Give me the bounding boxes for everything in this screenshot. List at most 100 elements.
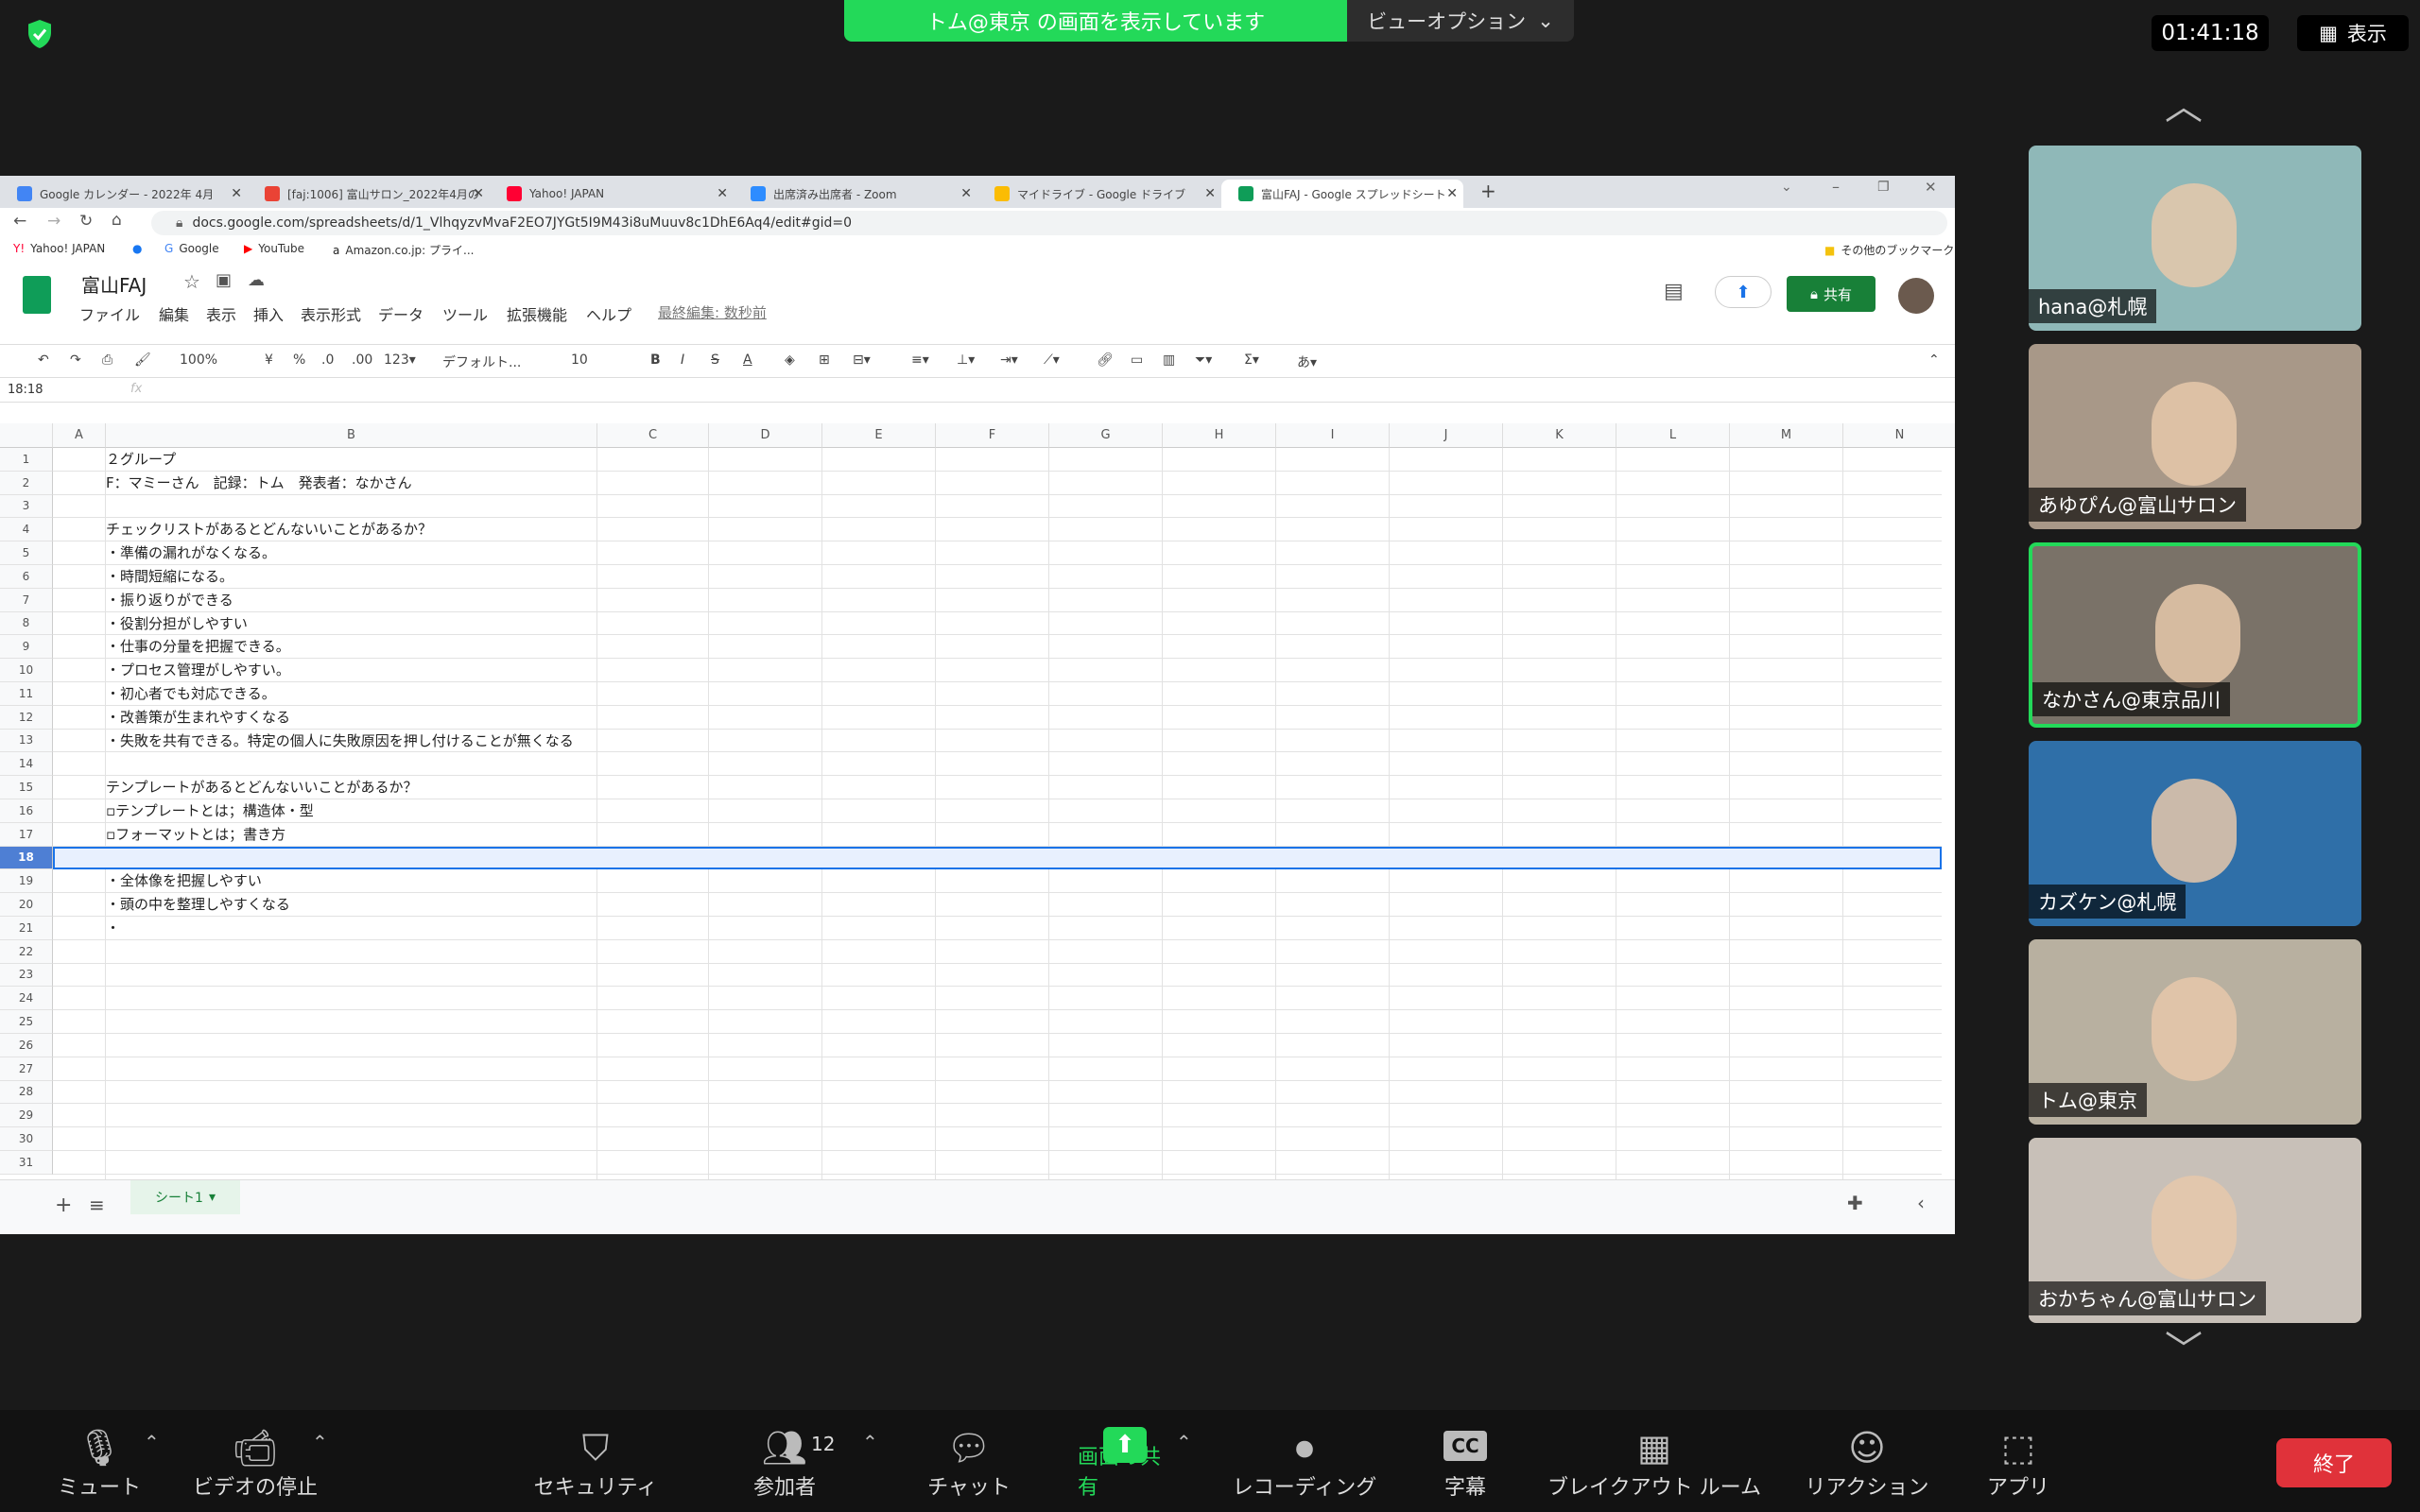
- filter-icon[interactable]: ⏷▾: [1195, 352, 1212, 368]
- table-row[interactable]: [53, 752, 1942, 777]
- borders-icon[interactable]: ⊞: [819, 352, 830, 368]
- bookmark-amazon[interactable]: a Amazon.co.jp: プライ...: [333, 242, 474, 258]
- control-video-camera[interactable]: 📹︎ ビデオの停止: [189, 1410, 321, 1512]
- close-icon[interactable]: ✕: [1446, 186, 1458, 201]
- row-header[interactable]: 12: [0, 705, 53, 730]
- merge-cells-icon[interactable]: ⊟▾: [853, 352, 871, 368]
- menu-insert[interactable]: 挿入: [253, 302, 284, 325]
- number-format-icon[interactable]: 123▾: [384, 352, 416, 368]
- all-sheets-icon[interactable]: ≡: [89, 1194, 105, 1216]
- forward-icon[interactable]: →: [47, 212, 60, 231]
- italic-icon[interactable]: I: [681, 352, 684, 368]
- cell-b[interactable]: ２グループ: [106, 448, 176, 472]
- collapse-menu-icon[interactable]: ⌃: [1928, 352, 1940, 368]
- new-tab-icon[interactable]: +: [1480, 180, 1496, 202]
- close-icon[interactable]: ✕: [960, 186, 972, 201]
- print-icon[interactable]: ⎙: [102, 352, 112, 368]
- move-folder-icon[interactable]: ▣: [216, 270, 232, 290]
- cell-b[interactable]: ・: [106, 917, 120, 940]
- row-header[interactable]: 30: [0, 1127, 53, 1151]
- cell-b[interactable]: ・時間短縮になる。: [106, 565, 233, 589]
- view-options-button[interactable]: ビューオプション ⌄: [1347, 0, 1574, 42]
- column-header[interactable]: L: [1616, 423, 1730, 448]
- font-size-select[interactable]: 10: [571, 352, 588, 368]
- table-row[interactable]: [53, 799, 1942, 823]
- bookmark-facebook[interactable]: ●: [132, 242, 142, 255]
- cell-b[interactable]: ・プロセス管理がしやすい。: [106, 659, 290, 682]
- bookmark-youtube[interactable]: ▶ YouTube: [244, 242, 304, 255]
- control-reaction[interactable]: ☺ リアクション: [1796, 1410, 1938, 1512]
- functions-icon[interactable]: Σ▾: [1244, 352, 1259, 368]
- row-header[interactable]: 1: [0, 448, 53, 472]
- row-header[interactable]: 20: [0, 893, 53, 917]
- control-breakout[interactable]: ▦ ブレイクアウト ルーム: [1541, 1410, 1768, 1512]
- star-icon[interactable]: ☆: [183, 270, 200, 293]
- home-icon[interactable]: ⌂: [112, 211, 122, 230]
- row-header[interactable]: 15: [0, 776, 53, 799]
- table-row[interactable]: [53, 893, 1942, 917]
- reload-icon[interactable]: ↻: [79, 212, 93, 231]
- browser-tab-active[interactable]: 富山FAJ - Google スプレッドシート ✕: [1221, 180, 1463, 208]
- chevron-up-icon[interactable]: ⌃: [1176, 1431, 1192, 1453]
- row-header[interactable]: 29: [0, 1104, 53, 1128]
- table-row[interactable]: [53, 1057, 1942, 1081]
- spreadsheet-grid[interactable]: A B C D E F G H I J K L M N 1 ２グループ 2 F：マミーさん 記録：トム 発表者：な…: [0, 423, 1955, 1179]
- minimize-icon[interactable]: –: [1832, 178, 1840, 196]
- bold-icon[interactable]: B: [650, 352, 661, 368]
- column-header[interactable]: B: [106, 423, 597, 448]
- row-header[interactable]: 4: [0, 518, 53, 542]
- column-header[interactable]: F: [936, 423, 1049, 448]
- link-icon[interactable]: 🔗︎: [1097, 352, 1114, 368]
- table-row[interactable]: [53, 495, 1942, 519]
- chart-icon[interactable]: ▥: [1163, 352, 1175, 368]
- column-header[interactable]: D: [709, 423, 822, 448]
- table-row[interactable]: [53, 612, 1942, 636]
- menu-help[interactable]: ヘルプ: [586, 302, 631, 325]
- add-sheet-icon[interactable]: +: [55, 1194, 72, 1217]
- participant-tile[interactable]: カズケン@札幌: [2029, 741, 2361, 926]
- text-wrap-icon[interactable]: ⇥▾: [1000, 352, 1018, 368]
- table-row[interactable]: [53, 565, 1942, 589]
- back-icon[interactable]: ←: [13, 212, 26, 231]
- control-cc[interactable]: CC 字幕: [1427, 1410, 1503, 1512]
- align-vertical-icon[interactable]: ⊥▾: [957, 352, 975, 368]
- row-header[interactable]: 25: [0, 1010, 53, 1034]
- table-row[interactable]: [53, 917, 1942, 940]
- cell-b[interactable]: ・頭の中を整理しやすくなる: [106, 893, 290, 917]
- row-header[interactable]: 27: [0, 1057, 53, 1081]
- close-icon[interactable]: ✕: [473, 186, 484, 201]
- row-header[interactable]: 3: [0, 494, 53, 519]
- row-header[interactable]: 28: [0, 1080, 53, 1105]
- close-icon[interactable]: ✕: [1204, 186, 1216, 201]
- table-row[interactable]: [53, 682, 1942, 706]
- row-header[interactable]: 19: [0, 869, 53, 894]
- url-input[interactable]: 🔒︎ docs.google.com/spreadsheets/d/1_Vlhqy…: [151, 211, 1947, 235]
- column-header[interactable]: G: [1049, 423, 1163, 448]
- close-window-icon[interactable]: ✕: [1925, 179, 1937, 196]
- table-row[interactable]: [53, 987, 1942, 1011]
- menu-view[interactable]: 表示: [206, 302, 236, 325]
- cell-b[interactable]: ・仕事の分量を把握できる。: [106, 635, 290, 659]
- close-icon[interactable]: ✕: [717, 186, 728, 201]
- redo-icon[interactable]: ↷: [70, 352, 81, 368]
- comments-icon[interactable]: ▤: [1664, 280, 1684, 303]
- menu-extensions[interactable]: 拡張機能: [507, 302, 567, 325]
- column-header[interactable]: N: [1843, 423, 1955, 448]
- row-header[interactable]: 13: [0, 729, 53, 753]
- bookmark-google[interactable]: G Google: [164, 242, 219, 255]
- currency-icon[interactable]: ¥: [265, 352, 273, 368]
- row-header[interactable]: 11: [0, 682, 53, 706]
- cell-b[interactable]: テンプレートがあるとどんないいことがあるか？: [106, 776, 418, 799]
- select-all-corner[interactable]: [0, 423, 53, 448]
- bookmark-yahoo[interactable]: Y! Yahoo! JAPAN: [13, 242, 105, 255]
- row-header[interactable]: 22: [0, 939, 53, 964]
- cell-b[interactable]: ・振り返りができる: [106, 589, 233, 612]
- increase-decimal-icon[interactable]: .00: [352, 352, 372, 368]
- name-box[interactable]: 18:18: [8, 383, 43, 397]
- cell-b[interactable]: ・役割分担がしやすい: [106, 612, 248, 636]
- participant-tile[interactable]: hana@札幌: [2029, 146, 2361, 331]
- menu-tools[interactable]: ツール: [442, 302, 488, 325]
- control-share-screen[interactable]: ⬆画面の共有: [1078, 1410, 1172, 1512]
- last-edit-link[interactable]: 最終編集: 数秒前: [658, 302, 767, 322]
- explore-icon[interactable]: ✚: [1847, 1192, 1863, 1214]
